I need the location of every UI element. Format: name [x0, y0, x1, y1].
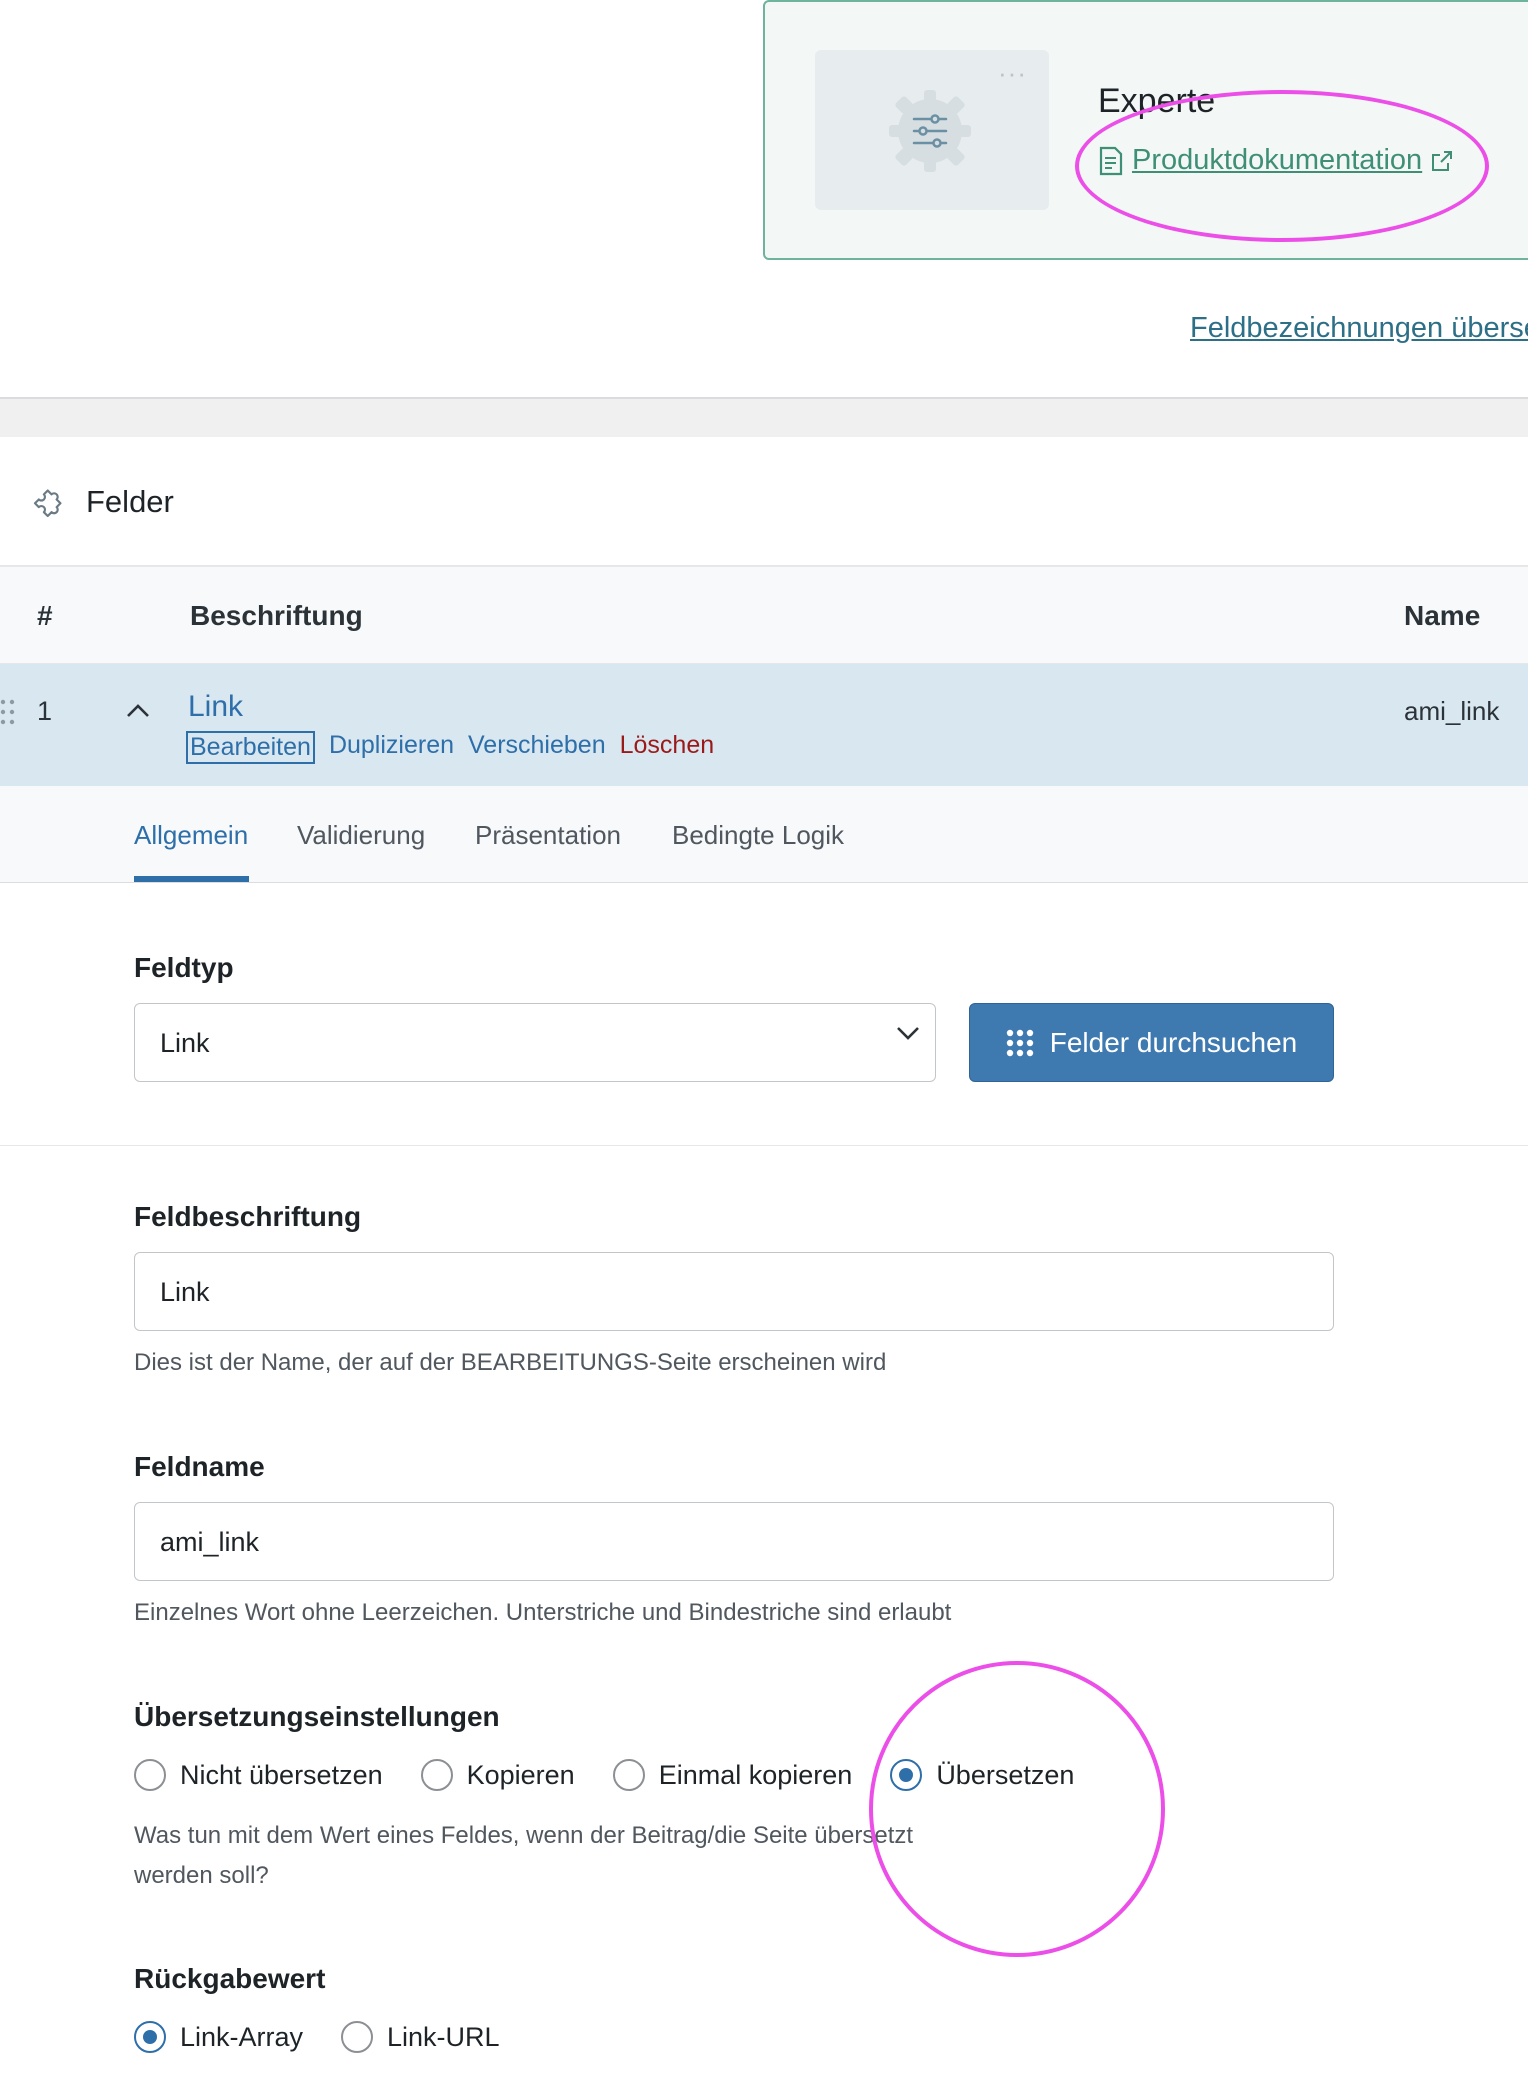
browse-fields-button[interactable]: Felder durchsuchen: [969, 1003, 1334, 1082]
radio-button[interactable]: [612, 1759, 645, 1791]
field-row-actions: Bearbeiten Duplizieren Verschieben Lösch…: [186, 731, 714, 764]
field-label-input-value: Link: [160, 1277, 210, 1307]
more-dots-icon[interactable]: ···: [998, 58, 1027, 89]
radio-label: Link-URL: [387, 2021, 500, 2052]
radio-label: Kopieren: [466, 1759, 575, 1790]
translate-field-labels-link[interactable]: Feldbezeichnungen überse: [1190, 312, 1528, 345]
return-value-radio-group: Link-Array Link-URL: [134, 2021, 538, 2053]
tab-presentation[interactable]: Präsentation: [475, 820, 621, 851]
return-value-heading: Rückgabewert: [134, 1963, 326, 1994]
translation-settings-heading: Übersetzungseinstellungen: [134, 1701, 500, 1732]
column-header-number: #: [37, 600, 53, 631]
field-type-label: Feldtyp: [134, 952, 234, 983]
field-label-link[interactable]: Link: [188, 690, 243, 724]
delete-field-link[interactable]: Löschen: [620, 731, 715, 764]
radio-label: Einmal kopieren: [658, 1759, 853, 1790]
chevron-down-icon: [897, 1027, 919, 1040]
fields-panel-title: Felder: [86, 484, 174, 519]
translation-help-line-2: werden soll?: [134, 1862, 269, 1889]
grid-icon: [1006, 1029, 1033, 1056]
drag-handle-icon[interactable]: [0, 698, 16, 726]
field-label-input[interactable]: Link: [134, 1252, 1334, 1331]
highlight-ellipse-annotation: [1075, 90, 1489, 242]
radio-link-url[interactable]: Link-URL: [341, 2021, 500, 2053]
tab-general[interactable]: Allgemein: [134, 820, 248, 851]
field-name-input[interactable]: ami_link: [134, 1502, 1334, 1581]
column-header-name: Name: [1404, 600, 1481, 631]
radio-label: Link-Array: [180, 2021, 304, 2052]
column-header-label: Beschriftung: [190, 600, 363, 631]
divider: [0, 1145, 1528, 1146]
tab-validation[interactable]: Validierung: [297, 820, 425, 851]
field-type-select[interactable]: Link: [134, 1003, 936, 1082]
field-name-heading: Feldname: [134, 1451, 265, 1482]
radio-do-not-translate[interactable]: Nicht übersetzen: [134, 1759, 383, 1791]
expert-thumbnail: ···: [815, 50, 1049, 210]
page: ··· Experte Produktdokumentation Feldbez…: [0, 0, 1528, 2074]
translation-help-line-1: Was tun mit dem Wert eines Feldes, wenn …: [134, 1822, 914, 1849]
field-label-help: Dies ist der Name, der auf der BEARBEITU…: [134, 1349, 887, 1376]
radio-button[interactable]: [420, 1759, 453, 1791]
radio-label: Nicht übersetzen: [180, 1759, 383, 1790]
tab-conditional-logic[interactable]: Bedingte Logik: [672, 820, 844, 851]
field-name-value: ami_link: [1404, 696, 1500, 726]
field-order-number: 1: [37, 696, 53, 726]
field-row[interactable]: [0, 664, 1528, 786]
field-type-value: Link: [160, 1028, 210, 1058]
radio-button[interactable]: [341, 2021, 374, 2053]
settings-gear-icon: [889, 90, 971, 172]
move-field-link[interactable]: Verschieben: [468, 731, 606, 764]
field-name-help: Einzelnes Wort ohne Leerzeichen. Unterst…: [134, 1599, 952, 1626]
edit-field-link[interactable]: Bearbeiten: [186, 731, 315, 764]
radio-button-selected[interactable]: [134, 2021, 166, 2053]
radio-copy[interactable]: Kopieren: [420, 1759, 575, 1791]
duplicate-field-link[interactable]: Duplizieren: [329, 731, 454, 764]
browse-fields-label: Felder durchsuchen: [1049, 1026, 1298, 1058]
chevron-up-icon[interactable]: [124, 698, 152, 722]
puzzle-icon: [33, 489, 62, 518]
highlight-circle-annotation: [869, 1661, 1165, 1957]
active-tab-indicator: [134, 876, 249, 882]
section-gap: [0, 399, 1528, 437]
field-label-heading: Feldbeschriftung: [134, 1201, 362, 1232]
radio-link-array[interactable]: Link-Array: [134, 2021, 303, 2053]
radio-copy-once[interactable]: Einmal kopieren: [612, 1759, 853, 1791]
fields-panel-header: [0, 437, 1528, 567]
radio-button[interactable]: [134, 1759, 166, 1791]
field-name-input-value: ami_link: [160, 1527, 260, 1557]
